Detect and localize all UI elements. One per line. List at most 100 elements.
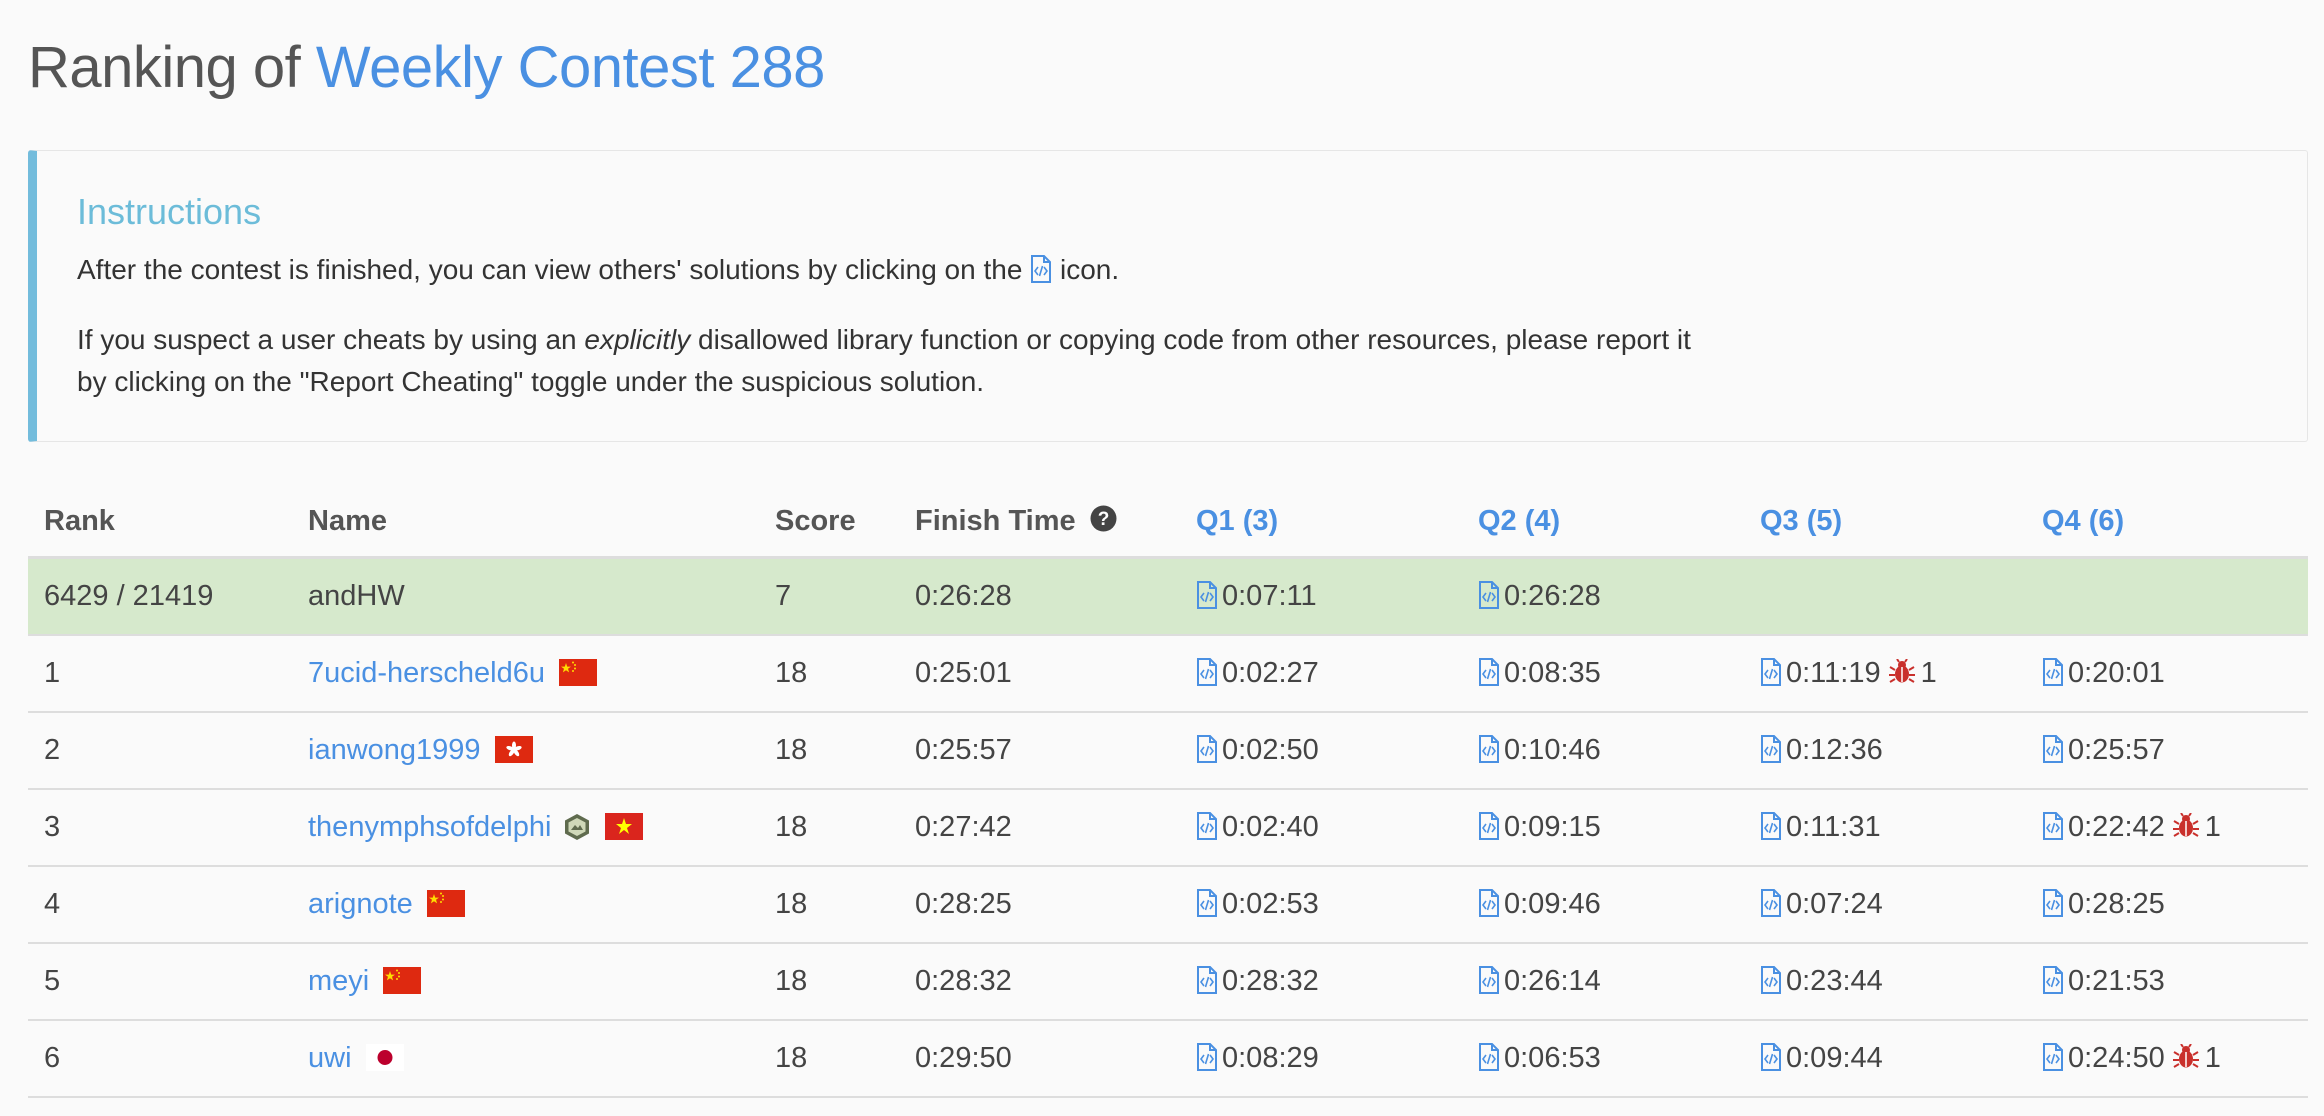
q3-time: 0:09:44 — [1786, 1042, 1883, 1074]
q3-cell: 0:11:31 — [1744, 789, 2026, 867]
header-finish-time: Finish Time ? — [899, 487, 1180, 559]
code-file-icon[interactable] — [1196, 889, 1218, 917]
name-cell: ianwong1999 — [292, 712, 759, 790]
q3-cell: 0:11:19 1 — [1744, 635, 2026, 713]
instructions-p2-emphasis: explicitly — [584, 324, 691, 355]
q1-cell: 0:02:40 — [1180, 789, 1462, 867]
code-file-icon[interactable] — [2042, 966, 2064, 994]
code-file-icon[interactable] — [1760, 735, 1782, 763]
table-row: 3 thenymphsofdelphi 18 0:27:42 0:02:40 0:09:1… — [28, 789, 2308, 867]
code-file-icon[interactable] — [1760, 1043, 1782, 1071]
q1-time: 0:02:53 — [1222, 888, 1319, 920]
q3-time: 0:12:36 — [1786, 734, 1883, 766]
my-q2: 0:26:28 — [1462, 557, 1744, 636]
code-file-icon[interactable] — [1478, 889, 1500, 917]
q4-cell: 0:24:50 1 — [2026, 1020, 2308, 1098]
q4-cell: 0:28:25 — [2026, 866, 2308, 944]
page-title: Ranking of Weekly Contest 288 — [28, 34, 825, 101]
code-file-icon[interactable] — [1196, 580, 1218, 609]
bug-icon — [2172, 813, 2199, 837]
q4-time: 0:28:25 — [2068, 888, 2165, 920]
finish-time-cell: 0:27:42 — [899, 789, 1180, 867]
code-file-icon[interactable] — [1760, 658, 1782, 686]
q4-time: 0:20:01 — [2068, 657, 2165, 689]
code-file-icon[interactable] — [2042, 735, 2064, 763]
user-link[interactable]: meyi — [308, 965, 369, 997]
q1-time: 0:08:29 — [1222, 1042, 1319, 1074]
name-cell: uwi — [292, 1020, 759, 1098]
instructions-title: Instructions — [77, 191, 262, 232]
header-finish-label: Finish Time — [915, 504, 1076, 537]
q2-time: 0:09:15 — [1504, 811, 1601, 843]
hk-flag-icon — [494, 736, 533, 763]
finish-time-cell: 0:25:01 — [899, 635, 1180, 713]
code-file-icon[interactable] — [1196, 658, 1218, 686]
help-icon[interactable]: ? — [1090, 505, 1117, 532]
rank-cell: 3 — [28, 789, 292, 867]
user-link[interactable]: thenymphsofdelphi — [308, 811, 551, 843]
q3-time: 0:11:31 — [1786, 811, 1881, 843]
q2-time: 0:10:46 — [1504, 734, 1601, 766]
q4-cell: 0:21:53 — [2026, 943, 2308, 1021]
code-file-icon[interactable] — [1478, 966, 1500, 994]
code-file-icon[interactable] — [1760, 966, 1782, 994]
code-file-icon[interactable] — [2042, 812, 2064, 840]
finish-time-cell: 0:25:57 — [899, 712, 1180, 790]
header-q2[interactable]: Q2 (4) — [1462, 487, 1744, 559]
rank-cell: 2 — [28, 712, 292, 790]
code-file-icon[interactable] — [1196, 735, 1218, 763]
code-file-icon[interactable] — [1478, 1043, 1500, 1071]
q2-time: 0:08:35 — [1504, 657, 1601, 689]
code-file-icon[interactable] — [2042, 1043, 2064, 1071]
finish-time-cell: 0:28:32 — [899, 943, 1180, 1021]
score-cell: 18 — [759, 635, 899, 713]
code-file-icon[interactable] — [1760, 889, 1782, 917]
code-file-icon[interactable] — [1478, 812, 1500, 840]
page-title-prefix: Ranking of — [28, 35, 301, 100]
my-score: 7 — [759, 557, 899, 636]
header-q4[interactable]: Q4 (6) — [2026, 487, 2308, 559]
q2-cell: 0:26:14 — [1462, 943, 1744, 1021]
my-q1-time: 0:07:11 — [1222, 579, 1317, 612]
user-link[interactable]: ianwong1999 — [308, 734, 481, 766]
my-rank-row: 6429 / 21419 andHW 7 0:26:28 0:07:11 0:2… — [28, 557, 2308, 636]
q4-time: 0:25:57 — [2068, 734, 2165, 766]
rank-cell: 5 — [28, 943, 292, 1021]
my-q4 — [2026, 557, 2308, 636]
user-link[interactable]: 7ucid-herscheld6u — [308, 657, 545, 689]
code-file-icon[interactable] — [1478, 735, 1500, 763]
q2-cell: 0:09:46 — [1462, 866, 1744, 944]
table-row: 6 uwi 18 0:29:50 0:08:29 0:06:53 0:09:44 0:24:5… — [28, 1020, 2308, 1098]
table-row: 5 meyi 18 0:28:32 0:28:32 0:26:14 0:23:44 0:21:… — [28, 943, 2308, 1021]
q1-cell: 0:02:27 — [1180, 635, 1462, 713]
score-cell: 18 — [759, 866, 899, 944]
q4-time: 0:24:50 — [2068, 1042, 2165, 1074]
header-q3[interactable]: Q3 (5) — [1744, 487, 2026, 559]
header-rank: Rank — [28, 487, 292, 559]
code-file-icon[interactable] — [1196, 812, 1218, 840]
code-file-icon[interactable] — [1478, 580, 1500, 609]
code-file-icon[interactable] — [1760, 812, 1782, 840]
code-file-icon — [1031, 255, 1052, 283]
my-q2-time: 0:26:28 — [1504, 579, 1601, 612]
code-file-icon[interactable] — [2042, 889, 2064, 917]
header-score: Score — [759, 487, 899, 559]
rank-cell: 1 — [28, 635, 292, 713]
code-file-icon[interactable] — [1196, 1043, 1218, 1071]
header-q1[interactable]: Q1 (3) — [1180, 487, 1462, 559]
user-link[interactable]: uwi — [308, 1042, 352, 1074]
score-cell: 18 — [759, 789, 899, 867]
code-file-icon[interactable] — [1478, 658, 1500, 686]
finish-time-cell: 0:28:25 — [899, 866, 1180, 944]
my-q1: 0:07:11 — [1180, 557, 1462, 636]
my-finish-time: 0:26:28 — [899, 557, 1180, 636]
q3-time: 0:23:44 — [1786, 965, 1883, 997]
q3-cell: 0:12:36 — [1744, 712, 2026, 790]
q4-cell: 0:25:57 — [2026, 712, 2308, 790]
bug-icon — [1888, 659, 1915, 683]
contest-link[interactable]: Weekly Contest 288 — [316, 35, 825, 100]
code-file-icon[interactable] — [1196, 966, 1218, 994]
code-file-icon[interactable] — [2042, 658, 2064, 686]
user-link[interactable]: arignote — [308, 888, 413, 920]
bug-count: 1 — [1920, 657, 1937, 689]
